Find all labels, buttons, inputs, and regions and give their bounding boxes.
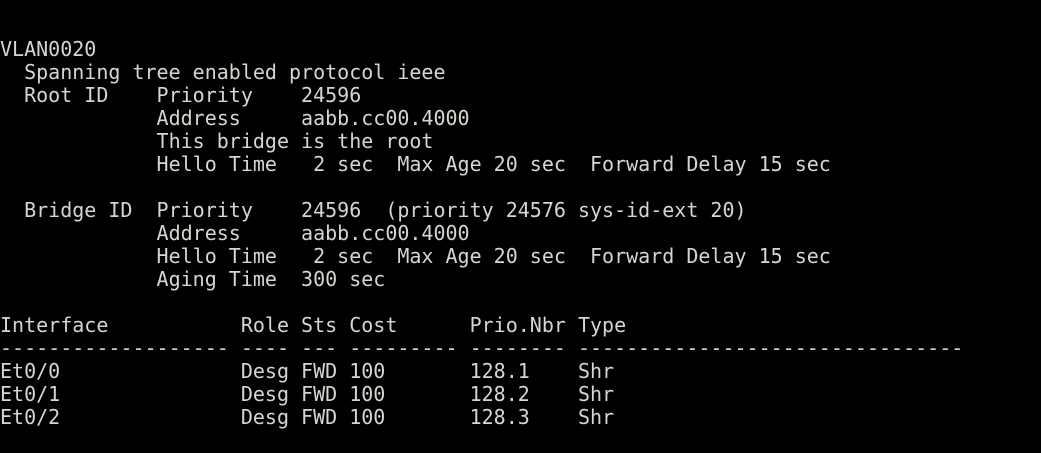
bridge-aging-line: Aging Time 300 sec [0,267,386,291]
root-id-address-line: Address aabb.cc00.4000 [0,106,470,130]
terminal-output[interactable]: VLAN0020 Spanning tree enabled protocol … [0,38,963,429]
interface-row: Et0/0 Desg FWD 100 128.1 Shr [0,359,615,383]
root-status-line: This bridge is the root [0,129,434,153]
protocol-line: Spanning tree enabled protocol ieee [0,60,446,84]
bridge-timers-line: Hello Time 2 sec Max Age 20 sec Forward … [0,244,831,268]
bridge-id-priority-line: Bridge ID Priority 24596 (priority 24576… [0,198,747,222]
bridge-id-address-line: Address aabb.cc00.4000 [0,221,470,245]
interface-row: Et0/2 Desg FWD 100 128.3 Shr [0,405,615,429]
vlan-header-line: VLAN0020 [0,37,97,61]
interface-table-divider: ------------------- ---- --- --------- -… [0,336,964,360]
root-id-priority-line: Root ID Priority 24596 [0,83,362,107]
root-timers-line: Hello Time 2 sec Max Age 20 sec Forward … [0,152,831,176]
interface-table-header: Interface Role Sts Cost Prio.Nbr Type [0,313,627,337]
interface-row: Et0/1 Desg FWD 100 128.2 Shr [0,382,615,406]
